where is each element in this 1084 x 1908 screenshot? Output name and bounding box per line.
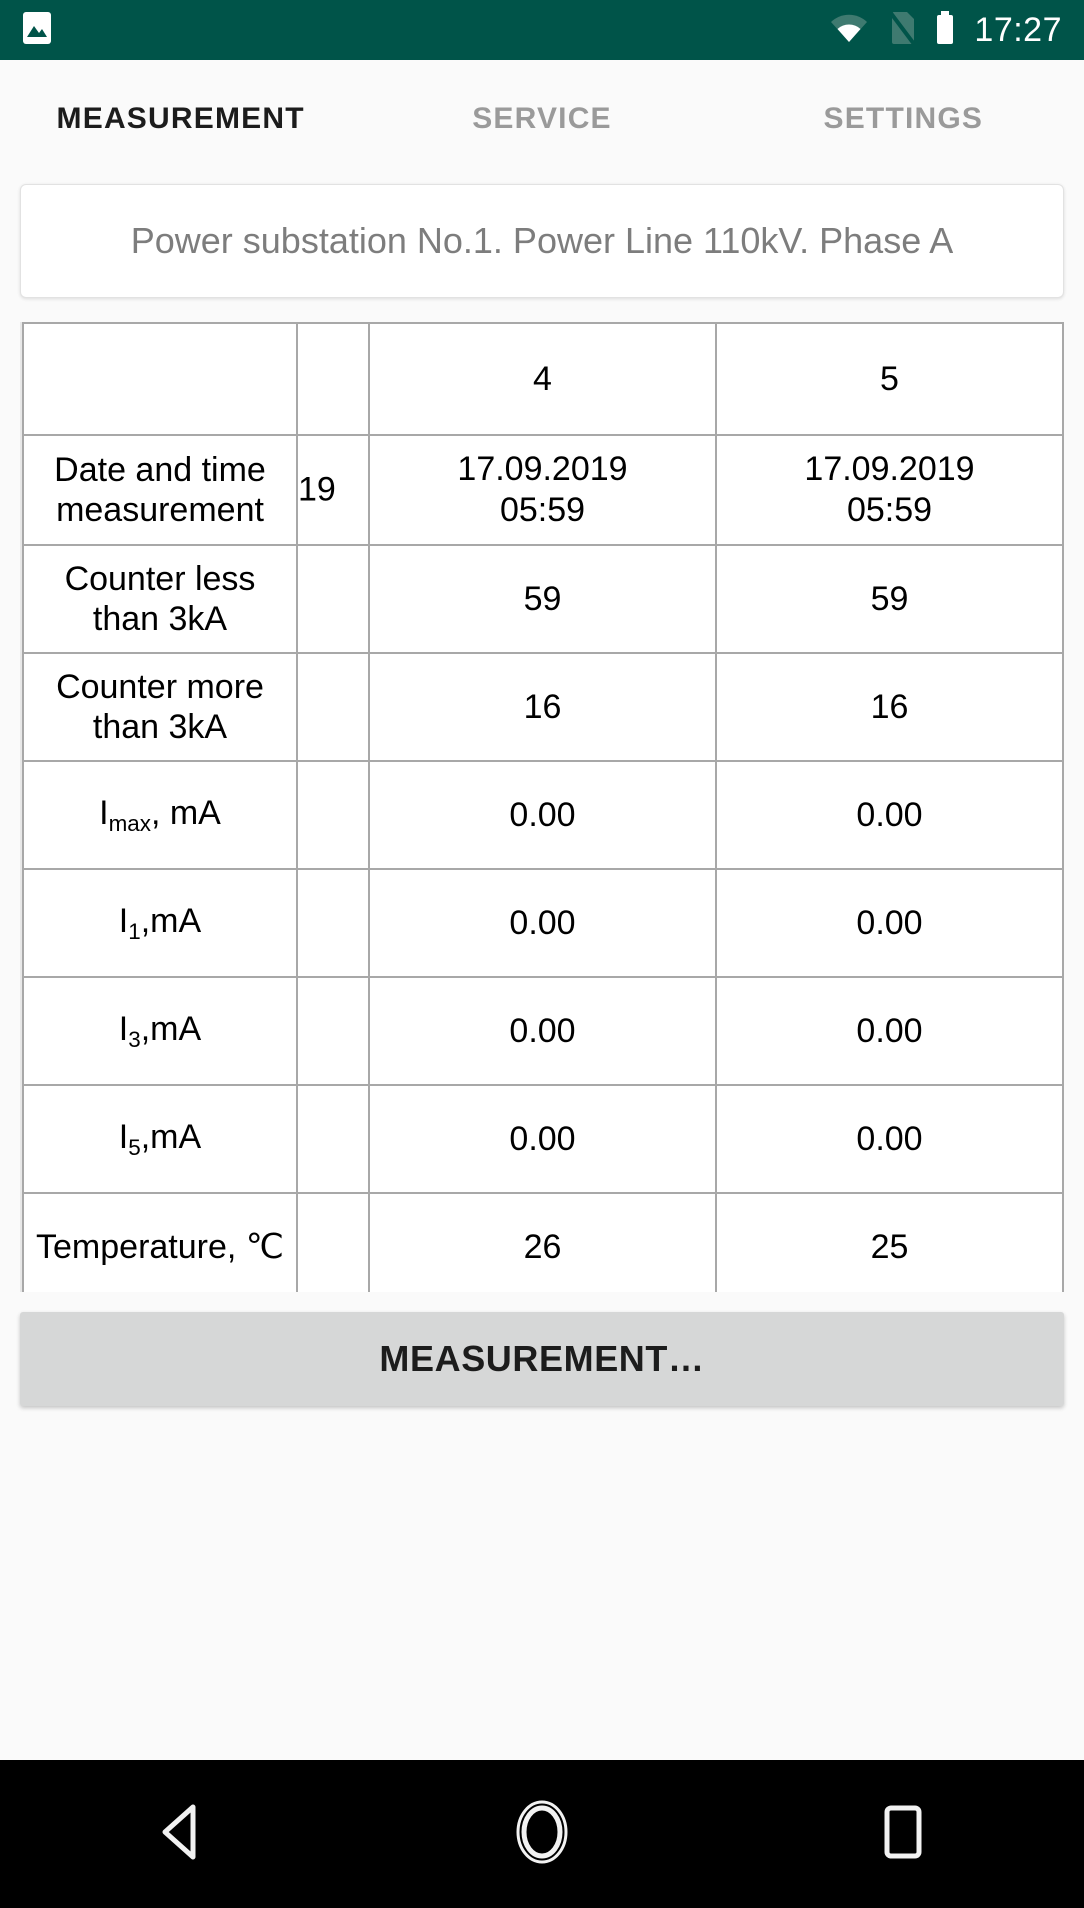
row-label-i1: I1,mA [22,868,298,978]
table-row-i3: I3,mA 0.00 0.00 [22,976,1064,1086]
cell-temperature-col5: 25 [715,1192,1064,1292]
row-label-i3-base: I [118,1009,129,1048]
cell-counter-more-col4: 16 [368,652,717,762]
row-label-i5-base: I [118,1117,129,1156]
row-label-i5-unit: ,mA [140,1117,202,1156]
tab-measurement[interactable]: MEASUREMENT [0,60,361,178]
table-row-imax: Imax, mA 0.00 0.00 [22,760,1064,870]
row-label-imax-base: I [99,793,109,832]
header-cell-label [22,322,298,436]
cell-counter-more-narrow [296,652,370,762]
cell-date-time-col5-date: 17.09.2019 [804,450,975,489]
status-bar-clock: 17:27 [974,10,1062,49]
header-cell-4: 4 [368,322,717,436]
cell-i3-col4: 0.00 [368,976,717,1086]
cell-i1-col5: 0.00 [715,868,1064,978]
row-label-imax-unit: , mA [150,793,221,832]
row-label-date-time-line2: measurement [56,491,264,529]
battery-icon [934,10,956,51]
no-sim-icon [886,10,917,51]
cell-counter-less-narrow [296,544,370,654]
row-label-counter-more: Counter more than 3kA [22,652,298,762]
row-label-temperature: Temperature, ℃ [22,1192,298,1292]
table-row-counter-less: Counter less than 3kA 59 59 [22,544,1064,654]
cell-date-time-col5: 17.09.2019 05:59 [715,434,1064,546]
row-label-date-time: Date and time measurement [22,434,298,546]
table-row-i5: I5,mA 0.00 0.00 [22,1084,1064,1194]
cell-i5-col5: 0.00 [715,1084,1064,1194]
tab-bar: MEASUREMENT SERVICE SETTINGS [0,60,1084,178]
row-label-date-time-line1: Date and time [54,450,266,489]
cell-counter-less-col4: 59 [368,544,717,654]
status-bar-right: 17:27 [830,10,1062,51]
action-button-wrapper: MEASUREMENT… [0,1292,1084,1406]
cell-i3-col5: 0.00 [715,976,1064,1086]
cell-counter-less-col5: 59 [715,544,1064,654]
status-bar: 17:27 [0,0,1084,60]
row-label-counter-less-line1: Counter less [64,559,256,598]
cell-i5-narrow [296,1084,370,1194]
nav-home-button[interactable] [462,1760,622,1908]
cell-date-time-narrow: 19 [296,434,370,546]
object-name-text: Power substation No.1. Power Line 110kV.… [130,220,954,261]
nav-recents-button[interactable] [823,1760,983,1908]
cell-imax-narrow [296,760,370,870]
back-icon [155,1803,207,1866]
row-label-counter-less: Counter less than 3kA [22,544,298,654]
cell-i1-narrow [296,868,370,978]
cell-i1-col4: 0.00 [368,868,717,978]
cell-temperature-col4: 26 [368,1192,717,1292]
row-label-i3-unit: ,mA [140,1009,202,1048]
object-name-field[interactable]: Power substation No.1. Power Line 110kV.… [20,184,1064,298]
row-label-i1-sub: 1 [128,918,141,944]
row-label-counter-more-line2: than 3kA [92,708,228,746]
cell-i3-narrow [296,976,370,1086]
row-label-i1-unit: ,mA [140,901,202,940]
tab-service[interactable]: SERVICE [361,60,722,178]
row-label-i3: I3,mA [22,976,298,1086]
measurement-table: 4 5 Date and time measurement 19 17.09.2… [22,322,1064,1292]
header-cell-narrow [296,322,370,436]
row-label-imax-sub: max [108,810,151,836]
cell-i5-col4: 0.00 [368,1084,717,1194]
table-row-counter-more: Counter more than 3kA 16 16 [22,652,1064,762]
cell-counter-more-col5: 16 [715,652,1064,762]
table-header-row: 4 5 [22,322,1064,436]
cell-imax-col4: 0.00 [368,760,717,870]
recents-icon [882,1804,924,1865]
table-row-i1: I1,mA 0.00 0.00 [22,868,1064,978]
image-icon [22,11,52,50]
measurement-table-wrapper[interactable]: 4 5 Date and time measurement 19 17.09.2… [20,322,1064,1292]
table-row-date-time: Date and time measurement 19 17.09.2019 … [22,434,1064,546]
cell-date-time-col4-time: 05:59 [499,491,586,529]
cell-temperature-narrow [296,1192,370,1292]
cell-date-time-col4: 17.09.2019 05:59 [368,434,717,546]
status-bar-left [22,11,52,50]
tab-settings[interactable]: SETTINGS [723,60,1084,178]
nav-back-button[interactable] [101,1760,261,1908]
title-field-wrapper: Power substation No.1. Power Line 110kV.… [0,178,1084,298]
row-label-counter-less-line2: than 3kA [92,600,228,638]
cell-imax-col5: 0.00 [715,760,1064,870]
android-navigation-bar [0,1760,1084,1908]
home-icon [514,1799,570,1870]
measurement-button[interactable]: MEASUREMENT… [20,1312,1064,1406]
row-label-i5-sub: 5 [128,1134,141,1160]
row-label-i3-sub: 3 [128,1026,141,1052]
row-label-i1-base: I [118,901,129,940]
row-label-counter-more-line1: Counter more [56,667,264,706]
wifi-icon [830,12,868,49]
cell-date-time-narrow-text: 19 [298,470,336,509]
header-cell-5: 5 [715,322,1064,436]
row-label-i5: I5,mA [22,1084,298,1194]
cell-date-time-col5-time: 05:59 [846,491,933,529]
row-label-imax: Imax, mA [22,760,298,870]
cell-date-time-col4-date: 17.09.2019 [457,450,628,489]
table-row-temperature: Temperature, ℃ 26 25 [22,1192,1064,1292]
